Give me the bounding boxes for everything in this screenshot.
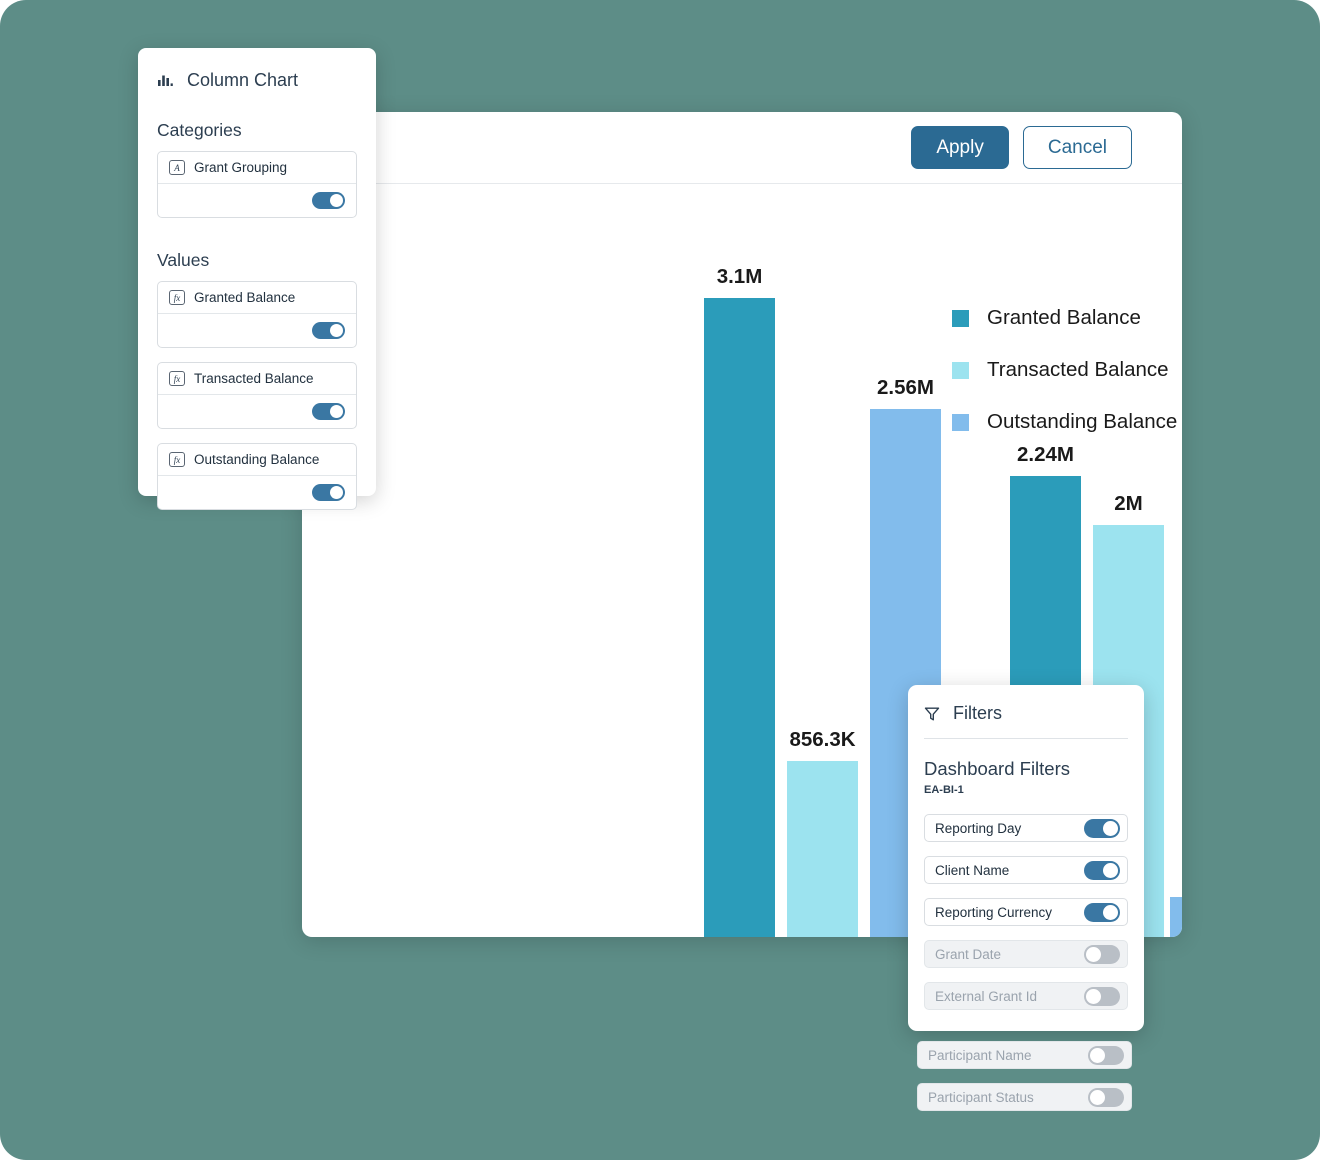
field-card-controls: [158, 395, 356, 428]
filter-toggle[interactable]: [1088, 1087, 1124, 1107]
filter-label: Participant Status: [928, 1089, 1034, 1105]
filter-label: Client Name: [935, 862, 1010, 878]
field-visibility-toggle[interactable]: [312, 322, 345, 339]
dashboard-filters-heading: Dashboard Filters: [924, 758, 1071, 779]
toggle-knob: [1103, 820, 1118, 836]
bar-chart-icon: [157, 72, 174, 89]
formula-type-icon: fx: [169, 371, 185, 386]
chart-bar[interactable]: [704, 298, 775, 937]
filter-row[interactable]: External Grant Id: [924, 982, 1128, 1010]
filter-row[interactable]: Reporting Day: [924, 814, 1128, 842]
filters-panel: Filters Dashboard Filters EA-BI-1 Report…: [908, 685, 1144, 1031]
chart-legend: Granted Balance Transacted Balance Outstan…: [952, 292, 1177, 448]
filter-toggle[interactable]: [1084, 818, 1120, 838]
field-card[interactable]: A Grant Grouping: [157, 151, 357, 218]
field-label: Transacted Balance: [194, 371, 314, 386]
filter-row[interactable]: Client Name: [924, 856, 1128, 884]
field-card[interactable]: fx Outstanding Balance: [157, 443, 357, 510]
funnel-icon: [924, 706, 940, 722]
field-card-header: A Grant Grouping: [158, 152, 356, 184]
toggle-knob: [1086, 988, 1101, 1004]
field-card-header: fx Outstanding Balance: [158, 444, 356, 476]
filters-title: Filters: [953, 703, 1002, 723]
field-section-title: Values: [157, 250, 210, 270]
field-card-controls: [158, 476, 356, 509]
filter-label: Grant Date: [935, 946, 1002, 962]
filter-row[interactable]: Grant Date: [924, 940, 1128, 968]
filter-label: Participant Name: [928, 1047, 1032, 1063]
toggle-knob: [330, 194, 343, 207]
legend-swatch-icon: [952, 309, 969, 327]
chart-bar[interactable]: [1170, 897, 1182, 937]
toggle-knob: [1090, 1089, 1105, 1105]
filter-label: Reporting Day: [935, 820, 1022, 836]
field-section-title: Categories: [157, 120, 242, 140]
legend-label: Transacted Balance: [987, 358, 1169, 381]
field-visibility-toggle[interactable]: [312, 192, 345, 209]
app-background: Apply Cancel 3.1M856.3K2.56M2.24M2M Rest…: [0, 0, 1320, 1160]
legend-label: Outstanding Balance: [987, 410, 1178, 433]
dashboard-filters-code: EA-BI-1: [924, 784, 964, 796]
column-chart-field-panel: Column Chart Categories A Grant Grouping Va…: [138, 48, 376, 510]
field-card-controls: [158, 314, 356, 347]
filter-toggle[interactable]: [1084, 986, 1120, 1006]
legend-swatch-icon: [952, 413, 969, 431]
field-visibility-toggle[interactable]: [312, 484, 345, 501]
filter-toggle[interactable]: [1084, 902, 1120, 922]
toggle-knob: [1103, 862, 1118, 878]
card-toolbar: Apply Cancel: [302, 112, 1182, 184]
toggle-knob: [1103, 904, 1118, 920]
chart-bar-value-label: 2M: [1114, 492, 1143, 515]
toggle-knob: [330, 324, 343, 337]
legend-item[interactable]: Transacted Balance: [952, 344, 1177, 396]
toggle-knob: [330, 405, 343, 418]
toggle-knob: [1086, 946, 1101, 962]
text-type-icon: A: [169, 160, 185, 175]
field-panel-title: Column Chart: [187, 70, 299, 90]
filter-row[interactable]: Participant Name: [917, 1041, 1132, 1069]
field-label: Granted Balance: [194, 290, 296, 305]
field-card-header: fx Transacted Balance: [158, 363, 356, 395]
field-card[interactable]: fx Transacted Balance: [157, 362, 357, 429]
field-label: Outstanding Balance: [194, 452, 320, 467]
apply-button[interactable]: Apply: [911, 125, 1009, 170]
filters-header: Filters: [924, 703, 1128, 739]
filter-rows-list: Reporting Day Client Name Reporting Curren…: [924, 814, 1128, 1010]
filter-label: Reporting Currency: [935, 904, 1053, 920]
chart-bar-value-label: 856.3K: [789, 728, 856, 751]
chart-bar[interactable]: [787, 761, 858, 937]
chart-bar-value-label: 3.1M: [716, 265, 763, 288]
filter-label: External Grant Id: [935, 988, 1038, 1004]
cancel-button[interactable]: Cancel: [1022, 125, 1132, 170]
formula-type-icon: fx: [169, 290, 185, 305]
legend-item[interactable]: Outstanding Balance: [952, 396, 1177, 448]
filter-toggle[interactable]: [1088, 1045, 1124, 1065]
chart-bar-value-label: 2.56M: [877, 376, 934, 399]
field-panel-header: Column Chart: [157, 70, 357, 91]
formula-type-icon: fx: [169, 452, 185, 467]
legend-item[interactable]: Granted Balance: [952, 292, 1177, 344]
toggle-knob: [1090, 1047, 1105, 1063]
legend-swatch-icon: [952, 361, 969, 379]
toggle-knob: [330, 486, 343, 499]
filter-toggle[interactable]: [1084, 944, 1120, 964]
field-card-controls: [158, 184, 356, 217]
field-card-header: fx Granted Balance: [158, 282, 356, 314]
field-label: Grant Grouping: [194, 160, 288, 175]
filter-row[interactable]: Participant Status: [917, 1083, 1132, 1111]
filter-toggle[interactable]: [1084, 860, 1120, 880]
legend-label: Granted Balance: [987, 306, 1141, 329]
field-visibility-toggle[interactable]: [312, 403, 345, 420]
field-sections: Categories A Grant Grouping Values fx Granted…: [157, 120, 357, 542]
field-card[interactable]: fx Granted Balance: [157, 281, 357, 348]
filter-row[interactable]: Reporting Currency: [924, 898, 1128, 926]
